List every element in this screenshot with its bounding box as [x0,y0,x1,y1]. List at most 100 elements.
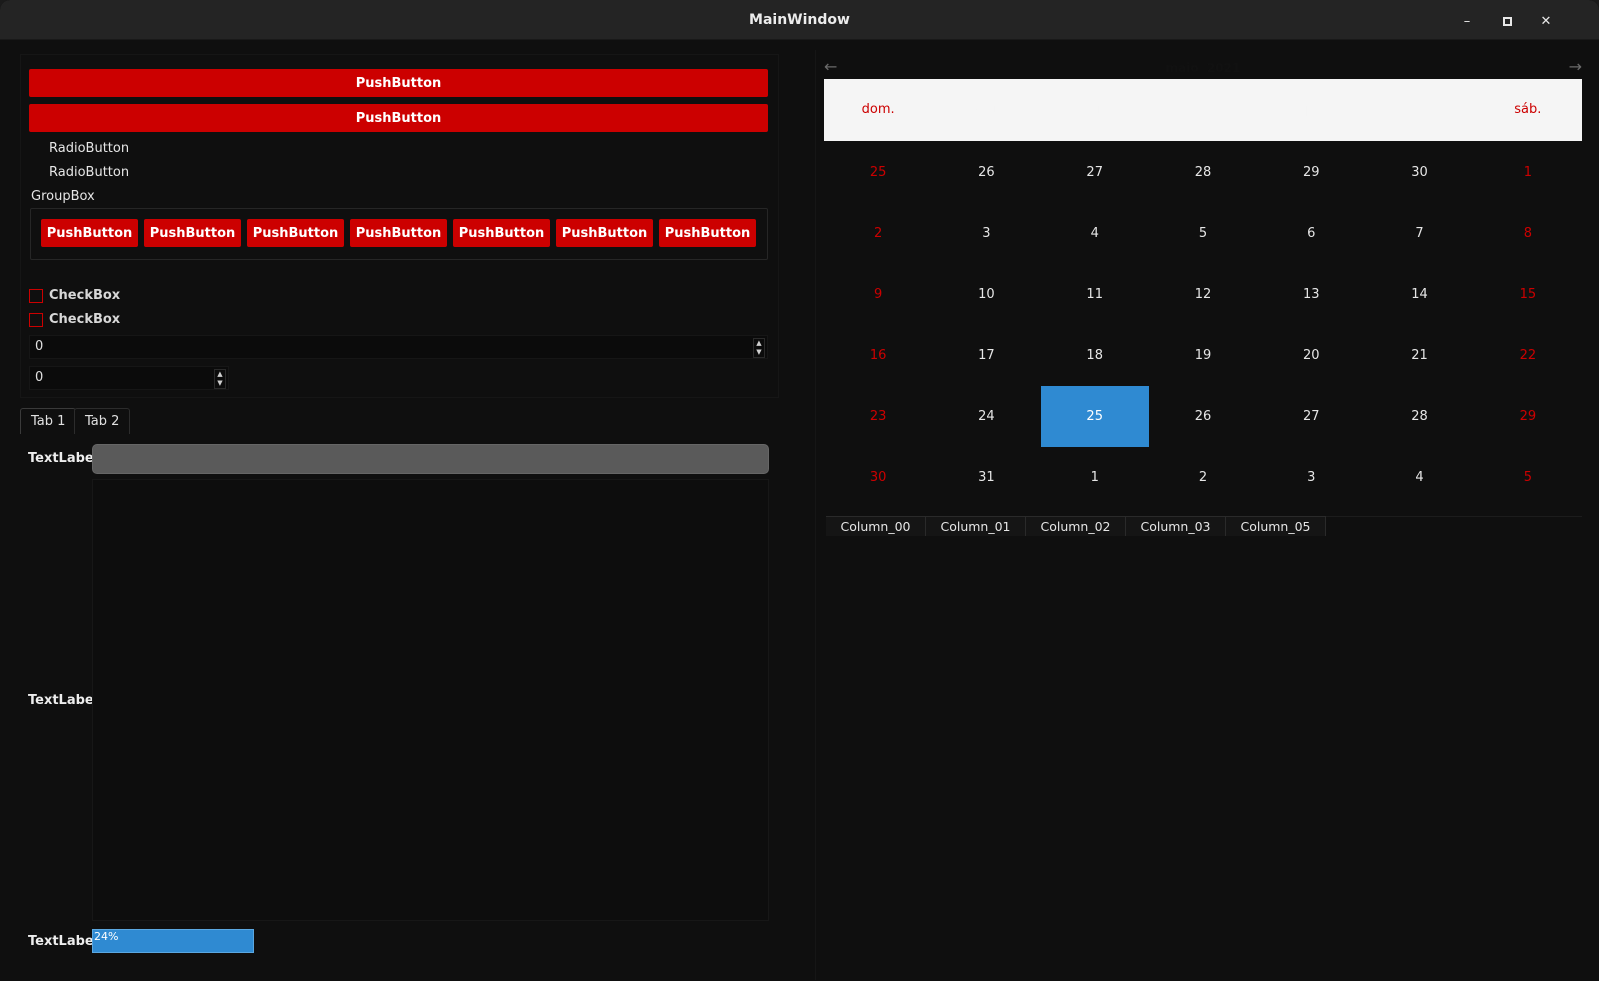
text-label-2: TextLabel [28,693,99,708]
radio-button-1[interactable]: RadioButton [49,141,129,156]
calendar-weekday: dom. [861,102,895,117]
group-push-button-6[interactable]: PushButton [556,219,653,247]
calendar-day[interactable]: 3 [1257,447,1365,508]
spin-box-wide[interactable]: 0 ▲ ▼ [29,335,768,359]
title-bar: MainWindow – ✕ [0,0,1599,40]
calendar-day[interactable]: 2 [1149,447,1257,508]
calendar-day[interactable]: 30 [824,447,932,508]
chevron-down-icon[interactable]: ▼ [754,348,764,357]
close-button[interactable]: ✕ [1535,10,1557,32]
text-edit[interactable] [92,479,769,921]
calendar-day[interactable]: 26 [932,142,1040,203]
calendar-day[interactable]: 23 [824,386,932,447]
calendar-day[interactable]: 27 [1041,142,1149,203]
calendar-day[interactable]: 7 [1365,203,1473,264]
calendar-day[interactable]: 6 [1257,203,1365,264]
table-column-header[interactable]: Column_01 [926,517,1026,536]
calendar-day[interactable]: 13 [1257,264,1365,325]
checkbox-label: CheckBox [49,312,121,327]
table-column-header[interactable]: Column_00 [826,517,926,536]
group-push-button-1[interactable]: PushButton [41,219,138,247]
calendar-day[interactable]: 5 [1474,447,1582,508]
calendar-day[interactable]: 26 [1149,386,1257,447]
calendar-day[interactable]: 22 [1474,325,1582,386]
group-push-button-2[interactable]: PushButton [144,219,241,247]
minimize-button[interactable]: – [1456,10,1478,32]
calendar-day[interactable]: 15 [1474,264,1582,325]
maximize-button[interactable] [1496,10,1518,32]
calendar-day[interactable]: 29 [1257,142,1365,203]
push-button-top-1[interactable]: PushButton [29,69,768,97]
spin-box-arrows[interactable]: ▲ ▼ [753,338,765,358]
push-button-top-2[interactable]: PushButton [29,104,768,132]
checkbox-2[interactable]: CheckBox [29,312,120,327]
group-push-button-5[interactable]: PushButton [453,219,550,247]
calendar-day[interactable]: 24 [932,386,1040,447]
calendar-day[interactable]: 14 [1365,264,1473,325]
calendar-day[interactable]: 3 [932,203,1040,264]
calendar-day[interactable]: 1 [1474,142,1582,203]
table-column-header[interactable]: Column_02 [1026,517,1126,536]
table-column-header[interactable]: Column_05 [1226,517,1326,536]
calendar-grid: 25 26 27 28 29 30 1 2 3 4 5 6 7 8 9 10 11 12 13 14 15 16 17 18 1… [824,142,1582,508]
calendar-day[interactable]: 4 [1041,203,1149,264]
calendar-day[interactable]: 5 [1149,203,1257,264]
calendar-day[interactable]: 28 [1149,142,1257,203]
window-title: MainWindow [749,12,850,28]
progress-text: 24% [94,930,119,943]
arrow-right-icon[interactable]: → [1569,57,1582,76]
group-push-button-3[interactable]: PushButton [247,219,344,247]
spin-box-arrows[interactable]: ▲ ▼ [214,369,226,389]
checkbox-label: CheckBox [49,288,121,303]
calendar-weekday: qui. [1299,102,1324,117]
calendar-day[interactable]: 17 [932,325,1040,386]
calendar-day[interactable]: 11 [1041,264,1149,325]
calendar-day[interactable]: 25 [824,142,932,203]
calendar-weekday: qua. [1188,102,1218,117]
calendar-day[interactable]: 28 [1365,386,1473,447]
line-edit[interactable] [92,444,769,474]
calendar-weekday: seg. [972,102,1000,117]
chevron-up-icon[interactable]: ▲ [754,339,764,348]
calendar-day[interactable]: 4 [1365,447,1473,508]
spin-box-value: 0 [35,370,44,385]
calendar-day[interactable]: 29 [1474,386,1582,447]
calendar-day[interactable]: 19 [1149,325,1257,386]
spin-box-narrow[interactable]: 0 ▲ ▼ [29,366,229,390]
calendar-day[interactable]: 20 [1257,325,1365,386]
calendar-weekday-header: dom. seg. ter. qua. qui. sex. sáb. [824,79,1582,141]
group-box-title: GroupBox [31,189,95,204]
chevron-up-icon[interactable]: ▲ [215,370,225,379]
checkbox-indicator[interactable] [29,288,43,303]
group-push-button-7[interactable]: PushButton [659,219,756,247]
calendar-day[interactable]: 10 [932,264,1040,325]
calendar-day[interactable]: 2 [824,203,932,264]
chevron-down-icon[interactable]: ▼ [215,379,225,388]
calendar-day[interactable]: 8 [1474,203,1582,264]
calendar-month-year[interactable]: maio 2021 [824,61,1582,75]
checkbox-1[interactable]: CheckBox [29,288,120,303]
tab-2[interactable]: Tab 2 [74,408,131,434]
calendar-day[interactable]: 1 [1041,447,1149,508]
minimize-icon: – [1463,13,1471,29]
text-label-1: TextLabel [28,451,99,466]
calendar-day[interactable]: 9 [824,264,932,325]
calendar-day[interactable]: 30 [1365,142,1473,203]
group-push-button-4[interactable]: PushButton [350,219,447,247]
tab-1[interactable]: Tab 1 [20,408,77,434]
calendar-month[interactable]: maio [1166,61,1199,75]
calendar-day-selected[interactable]: 25 [1040,386,1149,447]
calendar-navigation: ← maio 2021 → [824,57,1582,81]
calendar-day[interactable]: 31 [932,447,1040,508]
calendar-day[interactable]: 27 [1257,386,1365,447]
calendar-day[interactable]: 21 [1365,325,1473,386]
radio-button-2[interactable]: RadioButton [49,165,129,180]
checkbox-indicator[interactable] [29,312,43,327]
calendar-day[interactable]: 16 [824,325,932,386]
close-icon: ✕ [1540,13,1552,29]
calendar-weekday: ter. [1084,102,1106,117]
calendar-day[interactable]: 18 [1041,325,1149,386]
calendar-day[interactable]: 12 [1149,264,1257,325]
calendar-year[interactable]: 2021 [1207,61,1240,75]
table-column-header[interactable]: Column_03 [1126,517,1226,536]
